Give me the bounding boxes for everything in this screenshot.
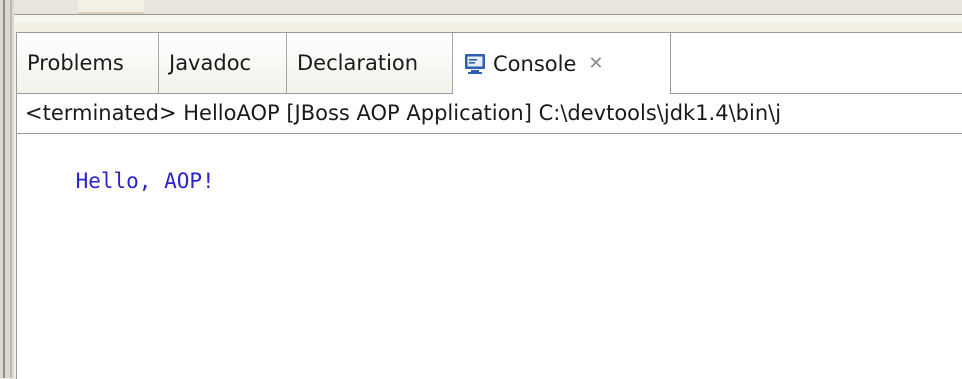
editor-bottom-border — [14, 0, 962, 15]
console-output[interactable]: Hello, AOP! — [17, 135, 962, 379]
tab-javadoc[interactable]: Javadoc — [159, 33, 287, 93]
tab-label: Console — [493, 51, 577, 76]
close-icon[interactable]: ✕ — [588, 53, 603, 74]
tab-label: Declaration — [297, 51, 419, 75]
view-tab-bar: Problems Javadoc Declaration Console ✕ — [17, 33, 962, 94]
tab-label: Problems — [27, 51, 124, 75]
console-status-line: <terminated> HelloAOP [JBoss AOP Applica… — [17, 94, 962, 134]
console-icon — [463, 52, 487, 76]
editor-area-edge — [0, 0, 962, 22]
window-left-frame — [0, 0, 14, 378]
console-view: Problems Javadoc Declaration Console ✕ <… — [16, 32, 962, 379]
tab-label: Javadoc — [169, 51, 252, 75]
console-output-text: Hello, AOP! — [75, 169, 215, 193]
tab-declaration[interactable]: Declaration — [287, 33, 453, 93]
editor-scrollbar-fragment[interactable] — [78, 0, 144, 14]
tab-console[interactable]: Console ✕ — [453, 33, 671, 94]
tab-problems[interactable]: Problems — [17, 33, 159, 93]
